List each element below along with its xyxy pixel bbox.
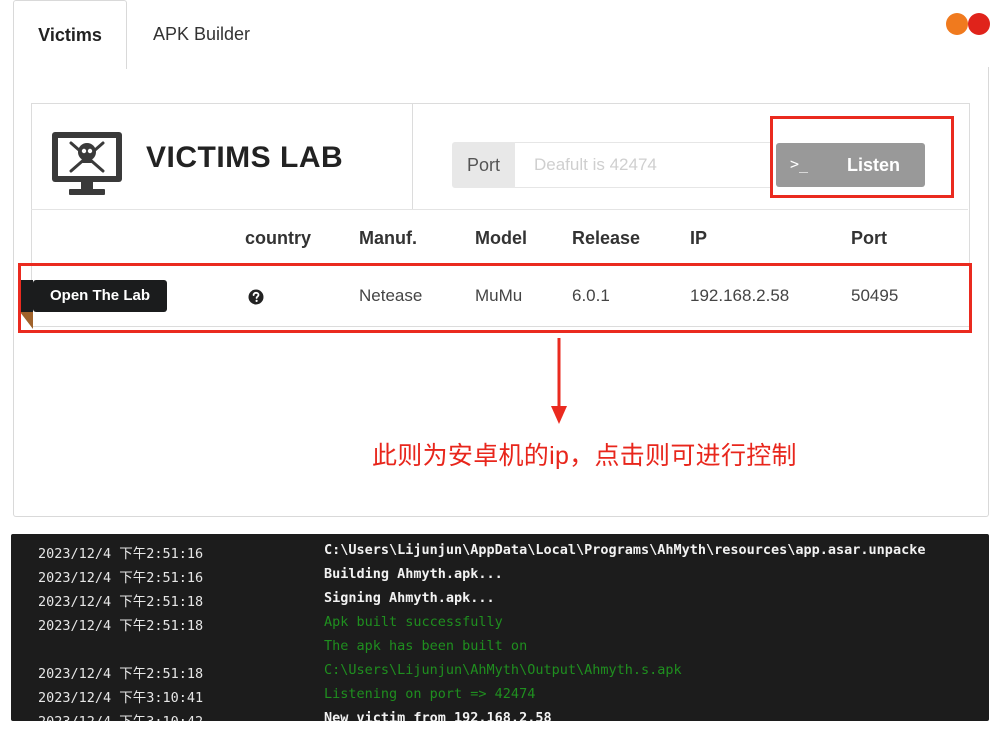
log-line: 2023/12/4 下午2:51:16 C:\Users\Lijunjun\Ap…: [11, 536, 989, 562]
log-time: 2023/12/4 下午2:51:18: [38, 594, 204, 610]
log-line: 2023/12/4 下午2:51:18 C:\Users\Lijunjun\Ah…: [11, 656, 989, 682]
log-time: 2023/12/4 下午2:51:18: [38, 666, 204, 682]
log-message: Signing Ahmyth.apk...: [324, 590, 495, 606]
column-port: Port: [851, 228, 887, 248]
header-divider: [31, 209, 968, 210]
log-time: 2023/12/4 下午2:51:18: [38, 618, 204, 634]
log-console[interactable]: 2023/12/4 下午2:51:16 C:\Users\Lijunjun\Ap…: [11, 534, 989, 721]
tab-apk-builder[interactable]: APK Builder: [153, 0, 250, 68]
log-line: 2023/12/4 下午2:51:16 Building Ahmyth.apk.…: [11, 560, 989, 586]
minimize-dot-icon[interactable]: [946, 13, 968, 35]
annotation-box-listen: [770, 116, 954, 198]
port-input[interactable]: [515, 142, 772, 188]
port-input-group: Port: [452, 142, 772, 188]
log-time: 2023/12/4 下午2:51:16: [38, 570, 204, 586]
close-dot-icon[interactable]: [968, 13, 990, 35]
log-message: Building Ahmyth.apk...: [324, 566, 503, 582]
log-message: The apk has been built on: [324, 638, 528, 654]
log-line: The apk has been built on: [11, 632, 989, 656]
log-line: 2023/12/4 下午3:10:42 New victim from 192.…: [11, 704, 989, 721]
log-line: 2023/12/4 下午3:10:41 Listening on port =>…: [11, 680, 989, 706]
log-line: 2023/12/4 下午2:51:18 Apk built successful…: [11, 608, 989, 634]
annotation-box-row: [18, 263, 972, 333]
column-country: country: [245, 228, 312, 248]
log-message: Apk built successfully: [324, 614, 503, 630]
column-ip: IP: [690, 228, 708, 248]
annotation-arrow-icon: [551, 338, 567, 424]
port-label: Port: [452, 142, 515, 188]
log-time: 2023/12/4 下午2:51:16: [38, 546, 204, 562]
log-time: 2023/12/4 下午3:10:41: [38, 690, 204, 706]
column-model: Model: [475, 228, 527, 248]
column-manuf: Manuf.: [359, 228, 417, 248]
lab-title: VICTIMS LAB: [146, 141, 344, 174]
log-message: New victim from 192.168.2.58: [324, 710, 552, 721]
tab-bar: Victims APK Builder: [13, 0, 988, 69]
lab-header: VICTIMS LAB: [31, 103, 413, 209]
log-time: 2023/12/4 下午3:10:42: [38, 710, 203, 721]
annotation-text: 此则为安卓机的ip，点击则可进行控制: [372, 442, 797, 470]
log-message: C:\Users\Lijunjun\AppData\Local\Programs…: [324, 542, 926, 558]
log-message: Listening on port => 42474: [324, 686, 536, 702]
pirate-monitor-icon: [52, 132, 122, 195]
log-line: 2023/12/4 下午2:51:18 Signing Ahmyth.apk..…: [11, 584, 989, 610]
tab-victims[interactable]: Victims: [13, 0, 127, 69]
column-release: Release: [572, 228, 641, 248]
log-message: C:\Users\Lijunjun\AhMyth\Output\Ahmyth.s…: [324, 662, 682, 678]
